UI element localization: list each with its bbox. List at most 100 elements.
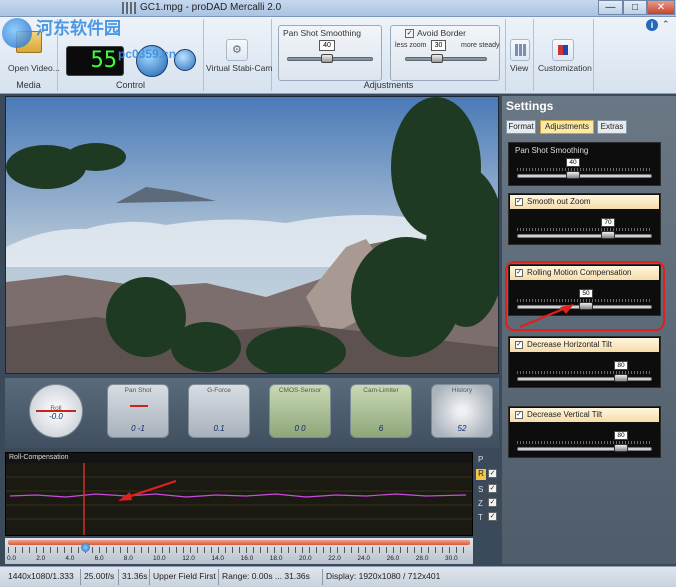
smooth-zoom-card: ✓ Smooth out Zoom 70 (508, 193, 661, 245)
graph-title: Roll-Compensation (9, 454, 69, 461)
vertical-tilt-card: ✓ Decrease Vertical Tilt 80 (508, 406, 661, 458)
pan-shot-smoothing-ticks (517, 168, 652, 171)
pan-crosshair-icon (130, 405, 148, 407)
vertical-tilt-value: 80 (614, 431, 628, 440)
smooth-zoom-checkbox[interactable]: ✓ (515, 198, 523, 206)
customization-group: Customization (534, 19, 594, 91)
avoid-border-slider[interactable] (405, 57, 487, 61)
horizontal-tilt-ticks (517, 371, 652, 374)
status-resolution: 1440x1080/1.333 (8, 571, 74, 581)
cmos-sensor-instrument[interactable]: CMOS-Sensor 0 0 (269, 384, 331, 438)
vertical-tilt-ticks (517, 441, 652, 444)
timeline-tick-label: 24.0 (357, 555, 371, 562)
customization-icon[interactable] (552, 39, 574, 61)
cam-limiter-value: 6 (378, 424, 384, 433)
smooth-zoom-ticks (517, 228, 652, 231)
history-value: 52 (457, 424, 467, 433)
channel-r-label[interactable]: R (476, 469, 486, 480)
pan-shot-smoothing-knob[interactable] (566, 171, 580, 179)
timeline-range-bar[interactable] (8, 540, 470, 545)
timeline-tick-label: 14.0 (211, 555, 225, 562)
stabi-group: ⚙ Virtual Stabi-Cam (204, 19, 272, 91)
pan-smoothing-knob[interactable] (321, 54, 333, 63)
horizontal-tilt-knob[interactable] (614, 374, 628, 382)
adjustments-group-label: Adjustments (363, 80, 414, 90)
vertical-tilt-checkbox[interactable]: ✓ (515, 411, 523, 419)
status-display: Display: 1920x1080 / 712x401 (326, 571, 441, 581)
help-icon[interactable]: i (646, 19, 658, 31)
timeline-tick-label: 20.0 (299, 555, 312, 562)
open-video-button[interactable]: Open Video... (8, 63, 60, 73)
pan-shot-smoothing-slider[interactable] (517, 174, 652, 178)
view-group: View (506, 19, 534, 91)
smooth-zoom-slider[interactable] (517, 234, 652, 238)
smooth-zoom-knob[interactable] (601, 231, 615, 239)
tab-adjustments[interactable]: Adjustments (540, 120, 594, 134)
avoid-border-label: Avoid Border (417, 28, 466, 38)
channel-r-checkbox[interactable]: ✓ (488, 469, 497, 478)
channel-z-checkbox[interactable]: ✓ (488, 498, 497, 507)
roll-needle (36, 410, 76, 412)
adjustments-group: Pan Shot Smoothing 40 ✓ Avoid Border les… (272, 19, 506, 91)
channel-s-label: S (478, 485, 484, 494)
timeline-tick-label: 6.0 (94, 555, 104, 562)
vertical-tilt-knob[interactable] (614, 444, 628, 452)
g-force-label: G-Force (207, 387, 231, 394)
status-duration: 31.36s (122, 571, 148, 581)
horizontal-tilt-value: 80 (614, 361, 628, 370)
channel-t-checkbox[interactable]: ✓ (488, 512, 497, 521)
horizontal-tilt-header: ✓ Decrease Horizontal Tilt (510, 338, 659, 352)
pan-shot-label: Pan Shot (124, 387, 152, 394)
virtual-stabi-cam-button[interactable]: Virtual Stabi-Cam (206, 63, 272, 73)
stop-button[interactable] (174, 49, 196, 71)
minimize-button[interactable]: — (598, 0, 623, 15)
cam-limiter-instrument[interactable]: Cam-Limiter 6 (350, 384, 412, 438)
timeline-tick-label: 26.0 (386, 555, 400, 562)
roll-compensation-graph[interactable]: Roll-Compensation (5, 452, 473, 536)
pan-shot-smoothing-label: Pan Shot Smoothing (515, 146, 589, 155)
roll-instrument[interactable]: Roll -0.0 (29, 384, 83, 438)
smooth-zoom-value: 70 (601, 218, 615, 227)
channel-toggles: P R ✓ S ✓ Z ✓ T ✓ (476, 452, 500, 536)
view-icon[interactable] (510, 39, 530, 61)
avoid-border-checkbox[interactable]: ✓ (405, 29, 414, 38)
timeline-tick-label: 16.0 (240, 555, 254, 562)
video-preview[interactable] (5, 96, 506, 377)
channel-z-label: Z (478, 499, 483, 508)
tab-format[interactable]: Format (506, 120, 536, 134)
timeline-tick-label: 8.0 (123, 555, 133, 562)
vertical-tilt-slider[interactable] (517, 447, 652, 451)
history-instrument[interactable]: History 52 (431, 384, 493, 438)
media-group-label: Media (16, 80, 41, 90)
watermark-url: pc0359.cn (118, 47, 177, 61)
smooth-zoom-header: ✓ Smooth out Zoom (510, 195, 659, 209)
timeline-tick-label: 0.0 (7, 555, 17, 562)
channel-s-checkbox[interactable]: ✓ (488, 484, 497, 493)
horizontal-tilt-label: Decrease Horizontal Tilt (527, 340, 612, 349)
close-button[interactable]: ✕ (647, 0, 675, 15)
maximize-button[interactable]: □ (623, 0, 647, 15)
annotation-arrow-icon (519, 304, 574, 329)
status-range: Range: 0.00s ... 31.36s (222, 571, 310, 581)
timeline-tick-label: 10.0 (153, 555, 166, 562)
customization-button[interactable]: Customization (538, 63, 592, 73)
view-button[interactable]: View (510, 63, 528, 73)
horizontal-tilt-slider[interactable] (517, 377, 652, 381)
pan-smoothing-panel: Pan Shot Smoothing 40 (278, 25, 382, 81)
avoid-border-knob[interactable] (431, 54, 443, 63)
more-steady-label: more steady (461, 42, 500, 49)
vertical-tilt-label: Decrease Vertical Tilt (527, 410, 603, 419)
toolbar-icons (122, 2, 136, 14)
timeline[interactable]: 0.0 2.0 4.0 6.0 8.0 10.0 12.0 14.0 16.0 18.0 20.0 2… (5, 538, 473, 564)
timeline-tick-label: 2.0 (36, 555, 46, 562)
roll-value: -0.0 (49, 412, 63, 421)
pan-shot-smoothing-card: Pan Shot Smoothing 40 (508, 142, 661, 186)
tab-extras[interactable]: Extras (597, 120, 627, 134)
collapse-ribbon-icon[interactable]: ⌃ (662, 19, 670, 30)
status-fps: 25.00f/s (84, 571, 115, 581)
horizontal-tilt-checkbox[interactable]: ✓ (515, 341, 523, 349)
stabi-cam-icon[interactable]: ⚙ (226, 39, 248, 61)
timeline-playhead-knob[interactable] (81, 543, 90, 552)
g-force-instrument[interactable]: G-Force 0.1 (188, 384, 250, 438)
pan-shot-instrument[interactable]: Pan Shot 0 -1 (107, 384, 169, 438)
